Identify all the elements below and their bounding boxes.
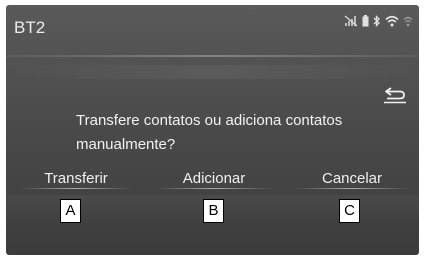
cancel-button[interactable]: Cancelar xyxy=(304,170,400,190)
header-divider xyxy=(6,55,419,57)
back-arrow-icon xyxy=(384,87,406,104)
callout-marker-b: B xyxy=(203,199,224,223)
wifi-icon xyxy=(403,15,413,27)
status-bar xyxy=(344,15,413,27)
bluetooth-icon xyxy=(373,15,381,27)
option-underline xyxy=(18,188,134,189)
transfer-button[interactable]: Transferir xyxy=(28,170,124,190)
decorative-band xyxy=(6,65,419,79)
add-button[interactable]: Adicionar xyxy=(166,170,262,190)
battery-icon xyxy=(362,15,369,27)
no-signal-icon xyxy=(344,15,358,27)
option-underline xyxy=(154,188,274,189)
screen-title: BT2 xyxy=(14,18,46,37)
back-button[interactable] xyxy=(382,85,410,107)
callout-marker-a: A xyxy=(60,199,81,223)
dialog-message: Transfere contatos ou adiciona contatos … xyxy=(76,112,343,153)
wifi-icon xyxy=(385,15,399,27)
option-underline xyxy=(294,188,410,189)
callout-marker-c: C xyxy=(339,199,360,223)
display-screen: BT2 Transfere contatos ou adiciona conta… xyxy=(6,5,419,255)
